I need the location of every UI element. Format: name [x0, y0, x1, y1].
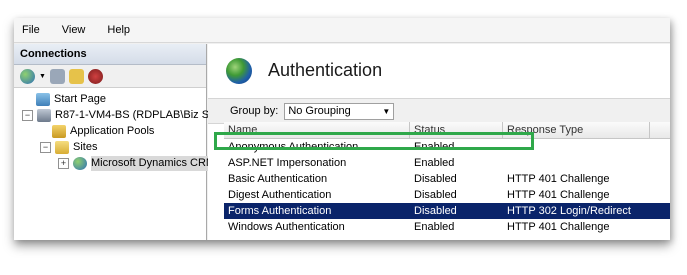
cell-name: Windows Authentication: [228, 221, 345, 233]
cell-status: Disabled: [414, 205, 457, 217]
tree-item-label: Microsoft Dynamics CRM: [91, 156, 220, 171]
sites-folder-icon: [55, 141, 69, 154]
connections-title: Connections: [14, 44, 206, 65]
tree-item-label: Start Page: [54, 93, 106, 105]
tree-item-label: R87-1-VM4-BS (RDPLAB\Biz Sol): [55, 109, 222, 121]
app-pools-icon: [52, 125, 66, 138]
iis-manager-window: File View Help Connections ▼ Start Page …: [14, 18, 670, 240]
expand-icon[interactable]: +: [58, 158, 69, 169]
menu-file[interactable]: File: [22, 24, 40, 36]
chevron-down-icon: ▼: [382, 106, 391, 116]
dropdown-arrow-icon[interactable]: ▼: [39, 73, 46, 80]
disconnect-icon[interactable]: [87, 68, 103, 84]
cell-status: Enabled: [414, 221, 455, 233]
connections-tree: Start Page − R87-1-VM4-BS (RDPLAB\Biz So…: [14, 88, 221, 171]
feature-header: Authentication: [208, 44, 670, 98]
highlight-box: [214, 132, 534, 150]
table-row[interactable]: Windows Authentication Enabled HTTP 401 …: [224, 219, 670, 235]
tree-item-site[interactable]: + Microsoft Dynamics CRM: [58, 156, 220, 171]
authentication-globe-icon: [226, 58, 252, 84]
cell-name: Digest Authentication: [228, 189, 332, 201]
menu-view[interactable]: View: [62, 24, 86, 36]
cell-status: Disabled: [414, 189, 457, 201]
tree-item-server[interactable]: − R87-1-VM4-BS (RDPLAB\Biz Sol): [22, 108, 221, 123]
table-row[interactable]: Digest Authentication Disabled HTTP 401 …: [224, 187, 670, 203]
connections-toolbar: ▼: [14, 65, 206, 88]
server-icon: [37, 109, 51, 122]
menu-bar: File View Help: [14, 18, 670, 43]
cell-name: ASP.NET Impersonation: [228, 157, 347, 169]
start-page-icon: [36, 93, 50, 106]
connections-pane: Connections ▼ Start Page − R87-1-VM4-BS …: [14, 44, 221, 240]
cell-response: [503, 155, 650, 171]
connect-globe-icon[interactable]: [20, 68, 35, 84]
table-row[interactable]: ASP.NET Impersonation Enabled: [224, 155, 670, 171]
group-by-bar: Group by: No Grouping ▼: [208, 98, 670, 124]
cell-response: HTTP 401 Challenge: [507, 173, 610, 185]
website-globe-icon: [73, 157, 87, 170]
menu-help[interactable]: Help: [107, 24, 130, 36]
cell-name: Forms Authentication: [228, 205, 332, 217]
tree-item-sites[interactable]: − Sites: [40, 140, 97, 155]
tree-item-start-page[interactable]: Start Page: [36, 92, 106, 107]
group-by-value: No Grouping: [288, 105, 351, 117]
cell-status: Enabled: [414, 157, 455, 169]
group-by-select[interactable]: No Grouping ▼: [284, 102, 395, 120]
collapse-icon[interactable]: −: [22, 110, 33, 121]
cell-name: Basic Authentication: [228, 173, 328, 185]
tree-item-app-pools[interactable]: Application Pools: [52, 124, 154, 139]
cell-status: Disabled: [414, 173, 457, 185]
group-by-label: Group by:: [230, 105, 279, 117]
cell-response: HTTP 401 Challenge: [507, 189, 610, 201]
save-icon[interactable]: [49, 68, 65, 84]
cell-response: HTTP 302 Login/Redirect: [507, 205, 631, 217]
page-title: Authentication: [268, 60, 383, 80]
collapse-icon[interactable]: −: [40, 142, 51, 153]
tree-item-label: Sites: [73, 141, 98, 153]
tree-item-label: Application Pools: [70, 125, 155, 137]
table-row[interactable]: Basic Authentication Disabled HTTP 401 C…: [224, 171, 670, 187]
cell-response: HTTP 401 Challenge: [507, 221, 610, 233]
folder-up-icon[interactable]: [68, 68, 84, 84]
table-row-selected[interactable]: Forms Authentication Disabled HTTP 302 L…: [224, 203, 670, 219]
